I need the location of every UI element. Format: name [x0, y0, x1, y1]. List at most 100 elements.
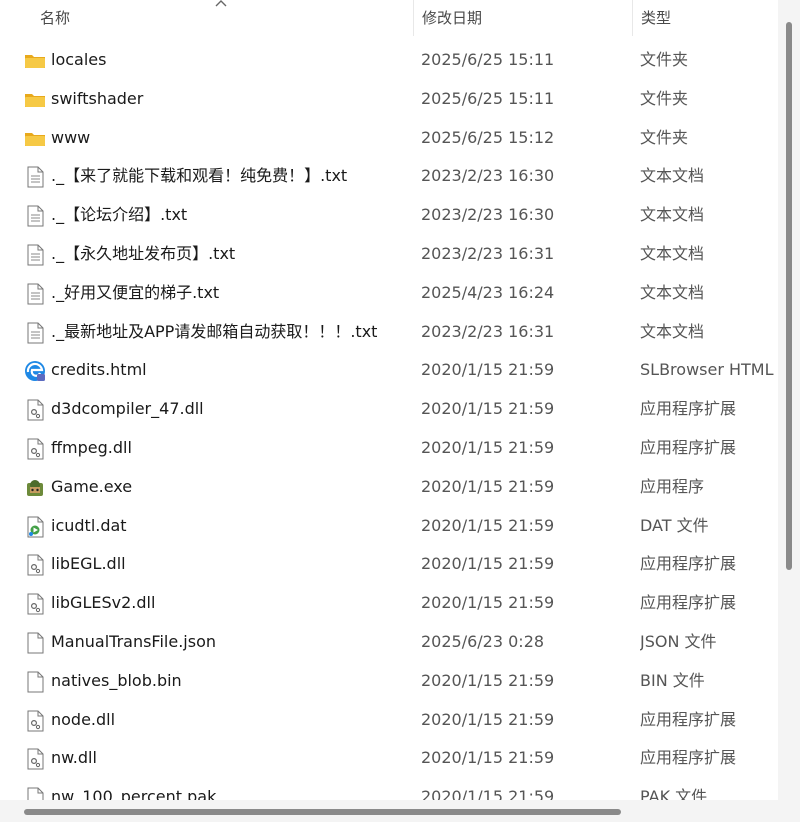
- file-modified-date: 2020/1/15 21:59: [421, 360, 555, 380]
- file-modified-date: 2020/1/15 21:59: [421, 515, 555, 535]
- game-exe-icon: [24, 477, 46, 499]
- file-name: swiftshader: [51, 88, 144, 108]
- file-row[interactable]: ._最新地址及APP请发邮箱自动获取！！！.txt 2023/2/23 16:31…: [0, 313, 778, 352]
- sort-ascending-icon: [215, 0, 227, 7]
- dll-file-icon: [24, 438, 46, 460]
- file-row[interactable]: ._【永久地址发布页】.txt 2023/2/23 16:31 文本文档: [0, 235, 778, 274]
- folder-icon: [24, 89, 46, 111]
- file-row[interactable]: swiftshader 2025/6/25 15:11 文件夹: [0, 80, 778, 119]
- file-name: locales: [51, 50, 107, 69]
- file-row[interactable]: www 2025/6/25 15:12 文件夹: [0, 119, 778, 158]
- folder-icon: [24, 128, 46, 150]
- file-row[interactable]: Game.exe 2020/1/15 21:59 应用程序: [0, 468, 778, 507]
- file-type: 文本文档: [640, 243, 705, 263]
- file-row[interactable]: ._【论坛介绍】.txt 2023/2/23 16:30 文本文档: [0, 196, 778, 235]
- file-type: 应用程序扩展: [640, 554, 737, 574]
- file-type: 应用程序扩展: [640, 399, 737, 419]
- file-type: 文件夹: [640, 127, 689, 147]
- file-type: 应用程序: [640, 476, 705, 496]
- file-modified-date: 2025/6/23 0:28: [421, 631, 545, 651]
- text-file-icon: [24, 244, 46, 266]
- dll-file-icon: [24, 748, 46, 770]
- file-name: libGLESv2.dll: [51, 593, 156, 613]
- horizontal-scroll-thumb[interactable]: [24, 809, 621, 815]
- browser-html-icon: [24, 360, 46, 382]
- file-type: 应用程序扩展: [640, 748, 737, 768]
- file-type: 文本文档: [640, 205, 705, 225]
- folder-icon: [24, 50, 46, 72]
- file-row[interactable]: ManualTransFile.json 2025/6/23 0:28 JSON 文…: [0, 623, 778, 662]
- vertical-scroll-thumb[interactable]: [786, 22, 792, 570]
- file-name: Game.exe: [51, 476, 133, 496]
- file-name: www: [51, 127, 91, 147]
- file-name: ._【论坛介绍】.txt: [51, 205, 188, 225]
- file-name: node.dll: [51, 709, 116, 729]
- file-modified-date: 2025/6/25 15:11: [421, 88, 555, 108]
- file-modified-date: 2020/1/15 21:59: [421, 709, 555, 729]
- file-type: 文件夹: [640, 50, 689, 69]
- file-list: locales 2025/6/25 15:11 文件夹 swiftshader 2025…: [0, 41, 778, 817]
- file-row[interactable]: locales 2025/6/25 15:11 文件夹: [0, 41, 778, 80]
- file-type: BIN 文件: [640, 670, 705, 690]
- file-name: libEGL.dll: [51, 554, 126, 574]
- file-modified-date: 2023/2/23 16:30: [421, 205, 555, 225]
- dll-file-icon: [24, 399, 46, 421]
- file-modified-date: 2020/1/15 21:59: [421, 437, 555, 457]
- column-header-bar: 名称 修改日期 类型: [0, 0, 778, 36]
- file-modified-date: 2025/6/25 15:12: [421, 127, 555, 147]
- file-type: JSON 文件: [640, 631, 717, 651]
- text-file-icon: [24, 283, 46, 305]
- file-row[interactable]: libEGL.dll 2020/1/15 21:59 应用程序扩展: [0, 545, 778, 584]
- file-row[interactable]: natives_blob.bin 2020/1/15 21:59 BIN 文件: [0, 662, 778, 701]
- file-row[interactable]: node.dll 2020/1/15 21:59 应用程序扩展: [0, 701, 778, 740]
- file-modified-date: 2020/1/15 21:59: [421, 670, 555, 690]
- file-modified-date: 2025/6/25 15:11: [421, 50, 555, 69]
- file-name: d3dcompiler_47.dll: [51, 399, 204, 419]
- file-type: 文本文档: [640, 321, 705, 341]
- file-row[interactable]: credits.html 2020/1/15 21:59 SLBrowser HTM…: [0, 351, 778, 390]
- file-row[interactable]: libGLESv2.dll 2020/1/15 21:59 应用程序扩展: [0, 584, 778, 623]
- file-modified-date: 2023/2/23 16:31: [421, 321, 555, 341]
- file-row[interactable]: ._好用又便宜的梯子.txt 2025/4/23 16:24 文本文档: [0, 274, 778, 313]
- text-file-icon: [24, 322, 46, 344]
- media-file-icon: [24, 516, 46, 538]
- blank-file-icon: [24, 632, 46, 654]
- file-row[interactable]: ffmpeg.dll 2020/1/15 21:59 应用程序扩展: [0, 429, 778, 468]
- file-name: ManualTransFile.json: [51, 631, 216, 651]
- file-name: credits.html: [51, 360, 147, 380]
- file-modified-date: 2020/1/15 21:59: [421, 748, 555, 768]
- file-type: 文本文档: [640, 282, 705, 302]
- file-modified-date: 2023/2/23 16:31: [421, 243, 555, 263]
- file-type: DAT 文件: [640, 515, 709, 535]
- file-modified-date: 2020/1/15 21:59: [421, 593, 555, 613]
- file-type: 文件夹: [640, 88, 689, 108]
- file-row[interactable]: nw.dll 2020/1/15 21:59 应用程序扩展: [0, 739, 778, 778]
- horizontal-scrollbar[interactable]: [0, 800, 800, 822]
- dll-file-icon: [24, 710, 46, 732]
- dll-file-icon: [24, 593, 46, 615]
- file-modified-date: 2020/1/15 21:59: [421, 554, 555, 574]
- file-type: SLBrowser HTML Document: [640, 360, 778, 380]
- file-modified-date: 2020/1/15 21:59: [421, 476, 555, 496]
- file-name: ffmpeg.dll: [51, 437, 132, 457]
- file-row[interactable]: ._【来了就能下载和观看！纯免费！】.txt 2023/2/23 16:30 文本文…: [0, 157, 778, 196]
- vertical-scrollbar[interactable]: [778, 0, 800, 800]
- file-modified-date: 2025/4/23 16:24: [421, 282, 555, 302]
- file-row[interactable]: icudtl.dat 2020/1/15 21:59 DAT 文件: [0, 507, 778, 546]
- dll-file-icon: [24, 554, 46, 576]
- file-name: ._最新地址及APP请发邮箱自动获取！！！.txt: [51, 321, 378, 341]
- file-modified-date: 2020/1/15 21:59: [421, 399, 555, 419]
- file-type: 应用程序扩展: [640, 437, 737, 457]
- file-name: nw.dll: [51, 748, 97, 768]
- column-header-type[interactable]: 类型: [632, 0, 778, 36]
- file-name: ._好用又便宜的梯子.txt: [51, 282, 220, 302]
- file-type: 应用程序扩展: [640, 593, 737, 613]
- file-type: 文本文档: [640, 166, 705, 186]
- text-file-icon: [24, 166, 46, 188]
- file-modified-date: 2023/2/23 16:30: [421, 166, 555, 186]
- file-type: 应用程序扩展: [640, 709, 737, 729]
- file-row[interactable]: d3dcompiler_47.dll 2020/1/15 21:59 应用程序扩展: [0, 390, 778, 429]
- text-file-icon: [24, 205, 46, 227]
- file-name: ._【永久地址发布页】.txt: [51, 243, 236, 263]
- column-header-date[interactable]: 修改日期: [413, 0, 631, 36]
